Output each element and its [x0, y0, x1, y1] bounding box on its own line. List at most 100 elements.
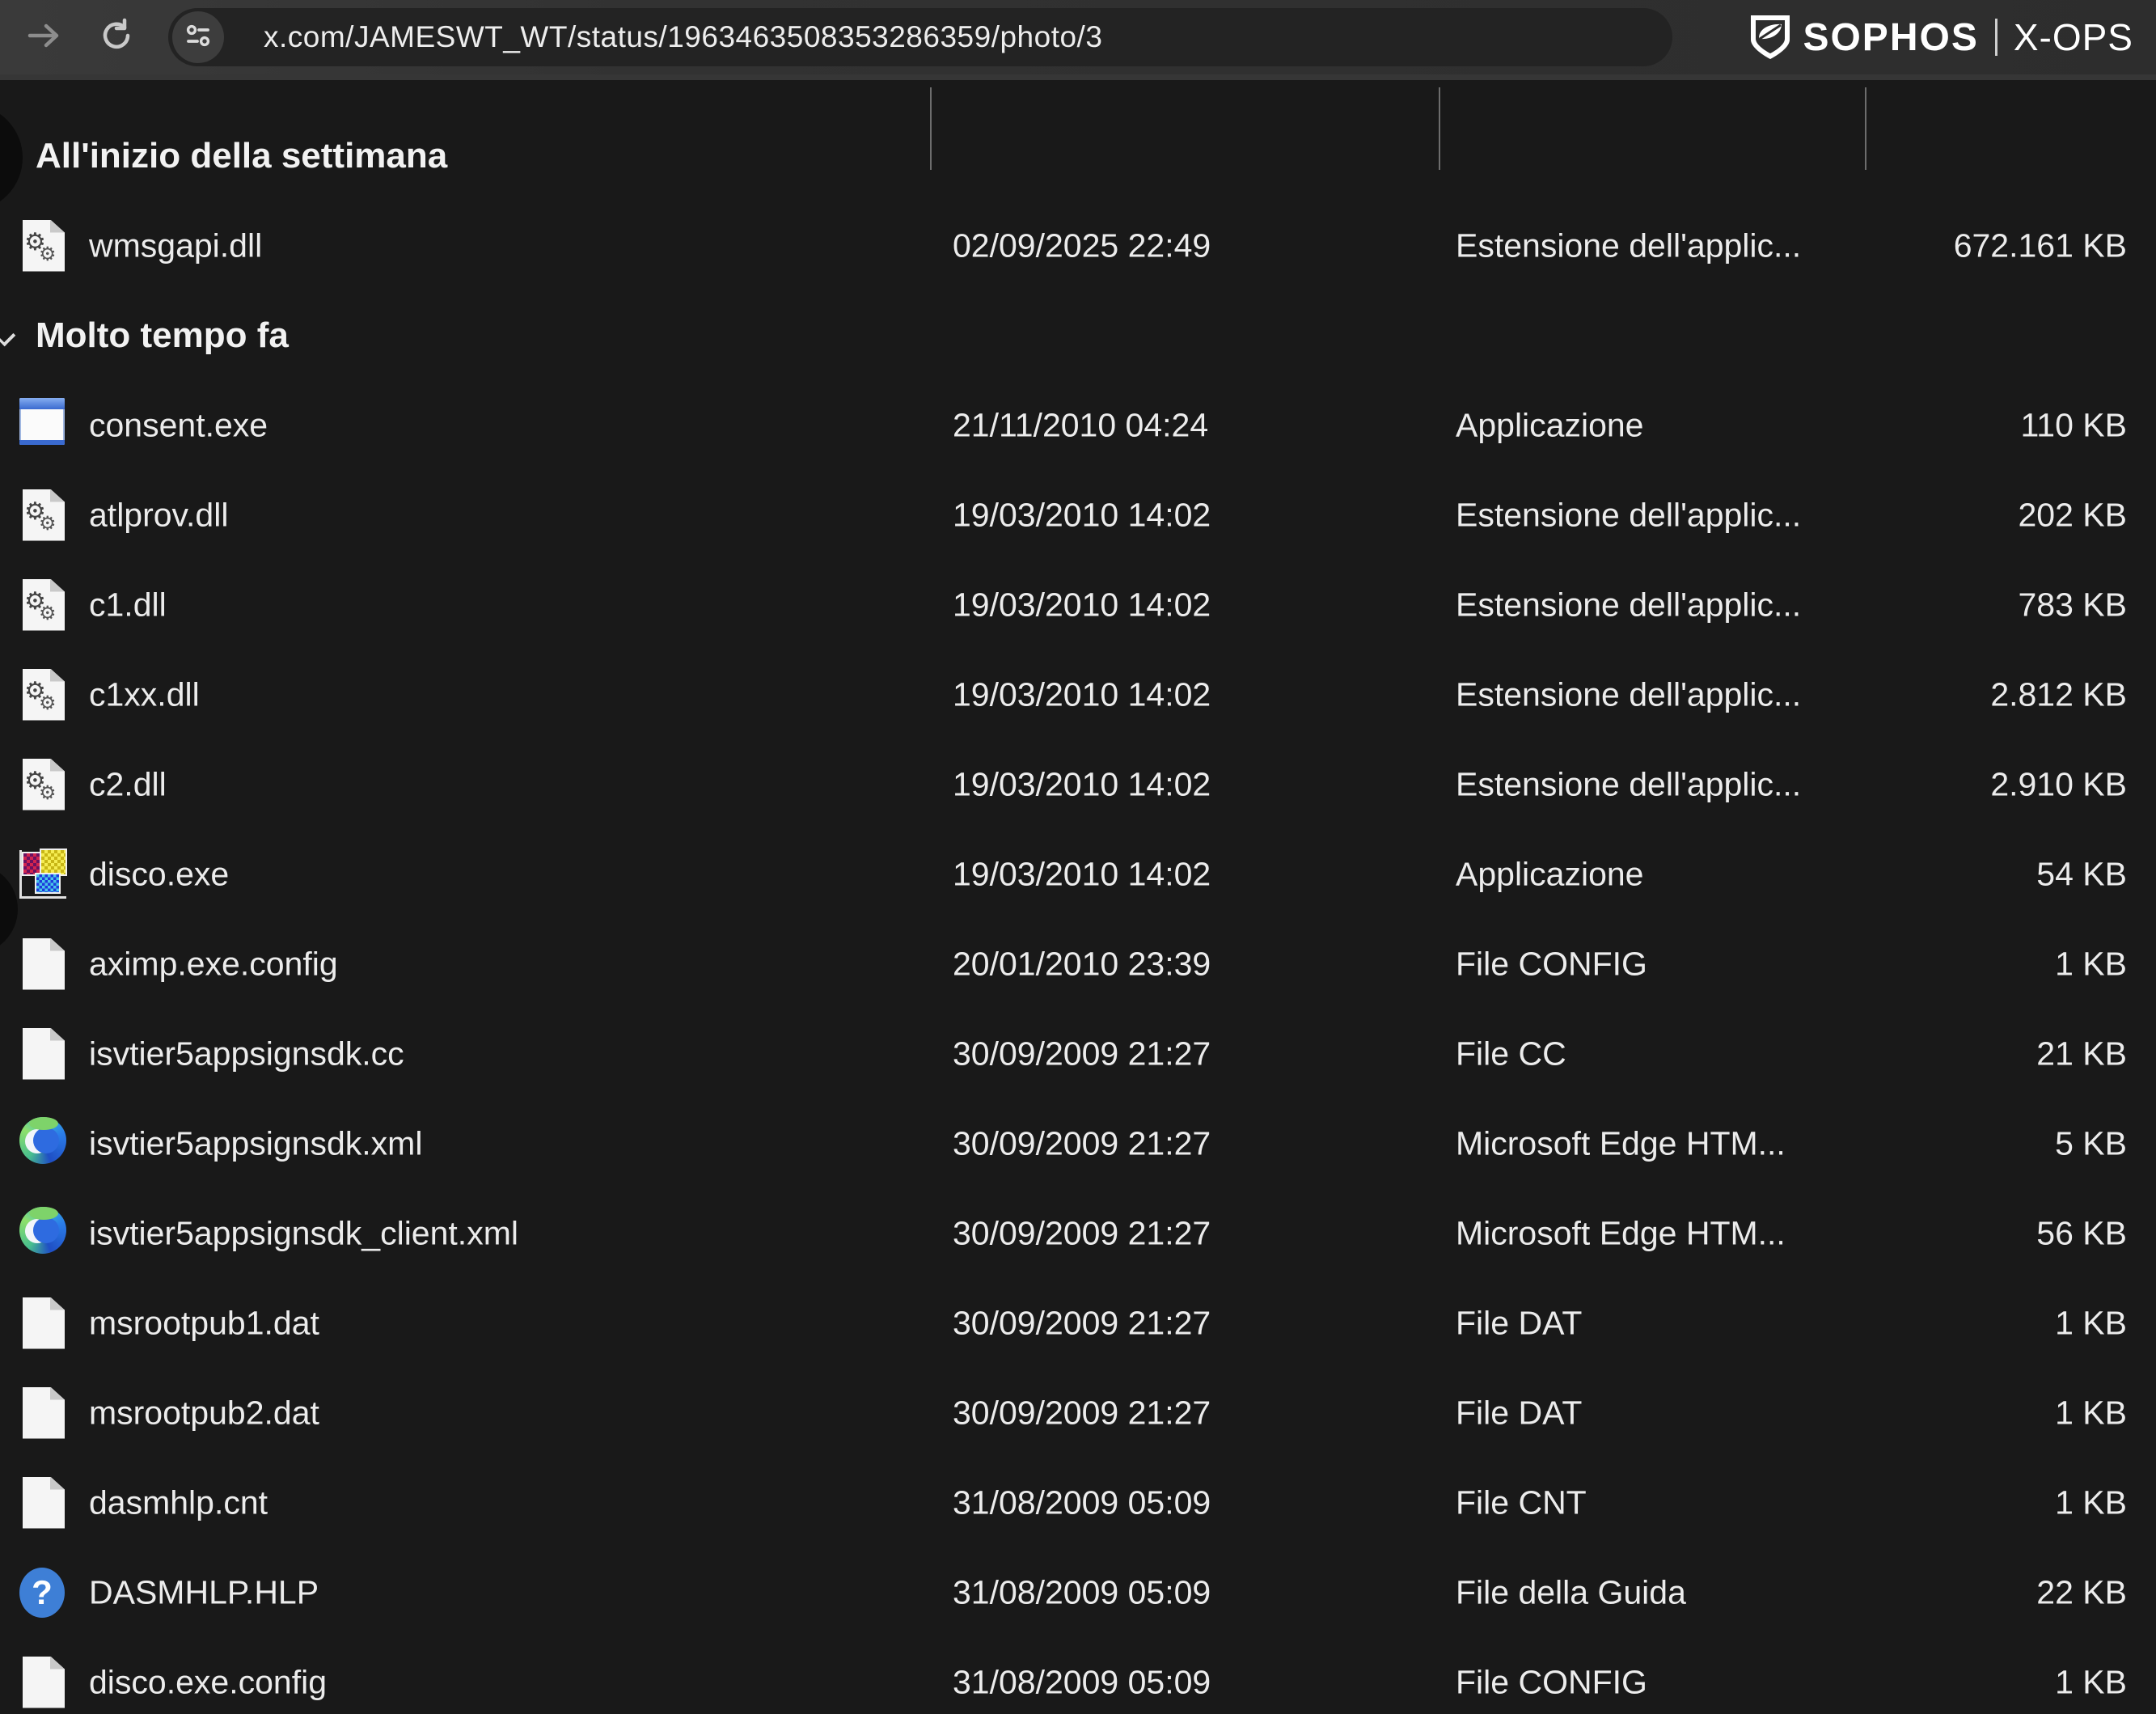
file-date-modified: 30/09/2009 21:27 [953, 1214, 1211, 1252]
file-type: File DAT [1456, 1394, 1582, 1432]
group-header[interactable]: All'inizio della settimana [0, 111, 2156, 201]
file-name: aximp.exe.config [89, 945, 338, 983]
file-name: dasmhlp.cnt [89, 1483, 268, 1521]
file-date-modified: 30/09/2009 21:27 [953, 1304, 1211, 1342]
plain-file-icon [23, 1028, 65, 1080]
file-type: Estensione dell'applic... [1456, 675, 1801, 713]
file-type: Estensione dell'applic... [1456, 226, 1801, 265]
dll-icon [23, 759, 65, 810]
sophos-xops-logo: SOPHOS X-OPS [1749, 0, 2133, 74]
reload-button[interactable] [91, 11, 142, 63]
dll-icon [23, 489, 65, 541]
file-type: Estensione dell'applic... [1456, 496, 1801, 534]
app-window-icon [19, 398, 65, 445]
file-row[interactable]: DASMHLP.HLP 31/08/2009 05:09 File della … [0, 1547, 2156, 1637]
file-row[interactable]: dasmhlp.cnt 31/08/2009 05:09 File CNT 1 … [0, 1458, 2156, 1547]
file-date-modified: 19/03/2010 14:02 [953, 765, 1211, 803]
file-type: Applicazione [1456, 406, 1644, 444]
file-row[interactable]: disco.exe 19/03/2010 14:02 Applicazione … [0, 829, 2156, 919]
file-type: File CNT [1456, 1483, 1587, 1521]
browser-toolbar: x.com/JAMESWT_WT/status/1963463508353286… [0, 0, 2156, 74]
file-row[interactable]: wmsgapi.dll 02/09/2025 22:49 Estensione … [0, 201, 2156, 290]
file-row[interactable]: msrootpub1.dat 30/09/2009 21:27 File DAT… [0, 1278, 2156, 1368]
file-type: File DAT [1456, 1304, 1582, 1342]
file-size: 54 KB [1779, 855, 2127, 893]
file-name: isvtier5appsignsdk_client.xml [89, 1214, 518, 1252]
brand-sophos-text: SOPHOS [1803, 15, 1978, 60]
file-row[interactable]: disco.exe.config 31/08/2009 05:09 File C… [0, 1637, 2156, 1714]
file-explorer-photo: All'inizio della settimana wmsgapi.dll 0… [0, 80, 2156, 1714]
file-row[interactable]: msrootpub2.dat 30/09/2009 21:27 File DAT… [0, 1368, 2156, 1458]
file-row[interactable]: c1xx.dll 19/03/2010 14:02 Estensione del… [0, 650, 2156, 739]
chevron-down-icon[interactable] [0, 322, 15, 347]
file-name: DASMHLP.HLP [89, 1573, 319, 1611]
file-size: 1 KB [1779, 1394, 2127, 1432]
file-size: 1 KB [1779, 1663, 2127, 1701]
file-date-modified: 30/09/2009 21:27 [953, 1124, 1211, 1162]
file-name: disco.exe.config [89, 1663, 327, 1701]
file-date-modified: 20/01/2010 23:39 [953, 945, 1211, 983]
file-type: File della Guida [1456, 1573, 1686, 1611]
file-row[interactable]: aximp.exe.config 20/01/2010 23:39 File C… [0, 919, 2156, 1009]
file-name: isvtier5appsignsdk.xml [89, 1124, 422, 1162]
toolbar-bottom-edge [0, 74, 2156, 80]
group-header-label: Molto tempo fa [36, 315, 289, 356]
dll-icon [23, 220, 65, 272]
brand-xops-text: X-OPS [2014, 15, 2133, 59]
reload-icon [98, 17, 135, 58]
plain-file-icon [23, 938, 65, 990]
file-date-modified: 31/08/2009 05:09 [953, 1483, 1211, 1521]
plain-file-icon [23, 1297, 65, 1349]
group-header[interactable]: Molto tempo fa [0, 290, 2156, 380]
file-type: File CONFIG [1456, 1663, 1647, 1701]
site-settings-sliders-icon [183, 20, 213, 55]
edge-html-icon [19, 1207, 66, 1254]
file-size: 783 KB [1779, 586, 2127, 624]
file-type: Estensione dell'applic... [1456, 586, 1801, 624]
file-date-modified: 21/11/2010 04:24 [953, 406, 1208, 444]
file-date-modified: 19/03/2010 14:02 [953, 496, 1211, 534]
brand-divider [1995, 19, 1997, 56]
file-size: 56 KB [1779, 1214, 2127, 1252]
file-row[interactable]: c2.dll 19/03/2010 14:02 Estensione dell'… [0, 739, 2156, 829]
file-type: Microsoft Edge HTM... [1456, 1124, 1786, 1162]
file-name: disco.exe [89, 855, 229, 893]
plain-file-icon [23, 1387, 65, 1439]
dll-icon [23, 579, 65, 631]
file-row[interactable]: c1.dll 19/03/2010 14:02 Estensione dell'… [0, 560, 2156, 650]
forward-arrow-icon [25, 17, 62, 58]
file-date-modified: 30/09/2009 21:27 [953, 1394, 1211, 1432]
forward-button[interactable] [18, 11, 70, 63]
site-settings-button[interactable] [172, 11, 224, 63]
plain-file-icon [23, 1657, 65, 1708]
address-bar[interactable]: x.com/JAMESWT_WT/status/1963463508353286… [168, 8, 1672, 66]
file-date-modified: 02/09/2025 22:49 [953, 226, 1211, 265]
file-type: Microsoft Edge HTM... [1456, 1214, 1786, 1252]
file-size: 1 KB [1779, 1483, 2127, 1521]
plain-file-icon [23, 1477, 65, 1529]
file-type: File CONFIG [1456, 945, 1647, 983]
file-name: msrootpub1.dat [89, 1304, 319, 1342]
file-date-modified: 31/08/2009 05:09 [953, 1573, 1211, 1611]
file-name: atlprov.dll [89, 496, 228, 534]
file-size: 21 KB [1779, 1035, 2127, 1073]
file-name: wmsgapi.dll [89, 226, 262, 265]
file-row[interactable]: isvtier5appsignsdk.cc 30/09/2009 21:27 F… [0, 1009, 2156, 1098]
file-type: Applicazione [1456, 855, 1644, 893]
file-row[interactable]: isvtier5appsignsdk.xml 30/09/2009 21:27 … [0, 1098, 2156, 1188]
sophos-shield-icon [1749, 14, 1791, 61]
file-size: 202 KB [1779, 496, 2127, 534]
file-size: 5 KB [1779, 1124, 2127, 1162]
file-name: c1xx.dll [89, 675, 200, 713]
file-size: 22 KB [1779, 1573, 2127, 1611]
dll-icon [23, 669, 65, 721]
file-size: 2.812 KB [1779, 675, 2127, 713]
file-row[interactable]: consent.exe 21/11/2010 04:24 Applicazion… [0, 380, 2156, 470]
file-row[interactable]: atlprov.dll 19/03/2010 14:02 Estensione … [0, 470, 2156, 560]
file-name: msrootpub2.dat [89, 1394, 319, 1432]
file-date-modified: 19/03/2010 14:02 [953, 675, 1211, 713]
file-date-modified: 19/03/2010 14:02 [953, 586, 1211, 624]
file-size: 1 KB [1779, 1304, 2127, 1342]
file-row[interactable]: isvtier5appsignsdk_client.xml 30/09/2009… [0, 1188, 2156, 1278]
file-date-modified: 19/03/2010 14:02 [953, 855, 1211, 893]
